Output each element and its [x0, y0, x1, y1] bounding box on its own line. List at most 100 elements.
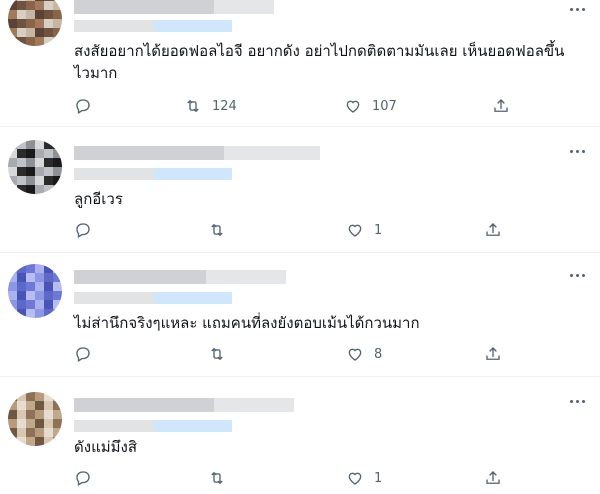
reply-icon [76, 99, 90, 114]
reply-button[interactable] [74, 344, 92, 364]
like-count: 8 [374, 346, 383, 362]
avatar-pixel [17, 300, 26, 309]
avatar-pixel [17, 1, 26, 10]
tweet[interactable]: ไม่ส่านึกจริงๆแหละ แถมคนที่ลงยังตอบเม้นไ… [0, 252, 600, 377]
like-button[interactable]: 1 [346, 468, 382, 488]
avatar-pixel [8, 167, 17, 176]
avatar-pixel [53, 437, 62, 446]
retweet-button[interactable] [208, 468, 236, 488]
avatar-pixel [8, 282, 17, 291]
reply-button[interactable] [74, 96, 92, 116]
avatar-pixel [53, 10, 62, 19]
like-count: 1 [374, 470, 383, 486]
author-name-blurred[interactable] [74, 398, 294, 412]
avatar-pixel [8, 428, 17, 437]
author-name-blurred[interactable] [74, 0, 274, 14]
more-icon-dot [575, 7, 579, 11]
avatar-pixel [17, 37, 26, 46]
avatar-pixel [26, 401, 35, 410]
avatar-pixel [53, 1, 62, 10]
avatar-pixel [44, 291, 53, 300]
like-button[interactable]: 1 [346, 220, 382, 240]
avatar-pixel [17, 264, 26, 273]
avatar-pixel [8, 10, 17, 19]
heart-icon [348, 348, 362, 361]
avatar-pixel [17, 185, 26, 194]
avatar-pixel [35, 300, 44, 309]
tweet[interactable]: สงสัยอยากได้ยอดฟอลไอจี อยากดัง อย่าไปกดต… [0, 0, 600, 127]
avatar-pixel [35, 273, 44, 282]
avatar[interactable] [8, 264, 62, 318]
like-button[interactable]: 8 [346, 344, 382, 364]
avatar-pixel [17, 401, 26, 410]
avatar-pixel [44, 401, 53, 410]
share-icon [486, 471, 500, 484]
avatar-pixel [17, 158, 26, 167]
heart-icon [346, 100, 360, 113]
avatar-pixel [44, 392, 53, 401]
author-name-blurred[interactable] [74, 270, 286, 284]
avatar-pixel [26, 309, 35, 318]
avatar-pixel [44, 140, 53, 149]
avatar-pixel [35, 419, 44, 428]
avatar-pixel [8, 264, 17, 273]
avatar-pixel [35, 28, 44, 37]
avatar-pixel [17, 419, 26, 428]
share-icon [486, 347, 500, 360]
avatar-pixel [53, 140, 62, 149]
more-icon-dot [575, 399, 579, 403]
avatar-pixel [17, 410, 26, 419]
tweet-text: ลูกอีเวร [74, 190, 123, 208]
more-button[interactable] [566, 4, 588, 14]
handle-and-time-blurred [74, 20, 232, 32]
avatar-pixel [53, 167, 62, 176]
share-button[interactable] [484, 468, 502, 488]
tweet[interactable]: ดังแม่มึงสิ 1 [0, 376, 600, 494]
avatar[interactable] [8, 392, 62, 446]
avatar-pixel [44, 300, 53, 309]
avatar-pixel [53, 158, 62, 167]
avatar-pixel [26, 1, 35, 10]
share-button[interactable] [492, 96, 510, 116]
avatar-pixel [17, 309, 26, 318]
share-button[interactable] [484, 220, 502, 240]
avatar[interactable] [8, 0, 62, 46]
avatar-pixel [53, 19, 62, 28]
avatar-pixel [8, 309, 17, 318]
reply-button[interactable] [74, 220, 92, 240]
retweet-button[interactable] [208, 220, 236, 240]
avatar-pixel [8, 401, 17, 410]
avatar-pixel [53, 185, 62, 194]
avatar[interactable] [8, 140, 62, 194]
reply-button[interactable] [74, 468, 92, 488]
avatar-pixel [17, 10, 26, 19]
avatar-pixel [17, 392, 26, 401]
more-button[interactable] [566, 270, 588, 280]
retweet-button[interactable] [208, 344, 236, 364]
tweet[interactable]: ลูกอีเวร 1 [0, 126, 600, 253]
retweet-button[interactable]: 124 [184, 96, 237, 116]
more-button[interactable] [566, 146, 588, 156]
more-button[interactable] [566, 396, 588, 406]
avatar-pixel [35, 410, 44, 419]
avatar-pixel [44, 37, 53, 46]
avatar-pixel [8, 185, 17, 194]
avatar-pixel [26, 264, 35, 273]
avatar-pixel [26, 300, 35, 309]
avatar-pixel [8, 410, 17, 419]
avatar-pixel [8, 300, 17, 309]
tweet-actions: 1 [74, 220, 514, 240]
avatar-pixel [17, 291, 26, 300]
retweet-icon [211, 347, 223, 361]
avatar-pixel [35, 309, 44, 318]
avatar-pixel [53, 300, 62, 309]
avatar-pixel [44, 419, 53, 428]
like-button[interactable]: 107 [344, 96, 397, 116]
avatar-pixel [35, 158, 44, 167]
author-name-blurred[interactable] [74, 146, 320, 160]
share-icon [486, 223, 500, 236]
avatar-pixel [26, 10, 35, 19]
avatar-pixel [26, 282, 35, 291]
share-button[interactable] [484, 344, 502, 364]
avatar-pixel [53, 176, 62, 185]
